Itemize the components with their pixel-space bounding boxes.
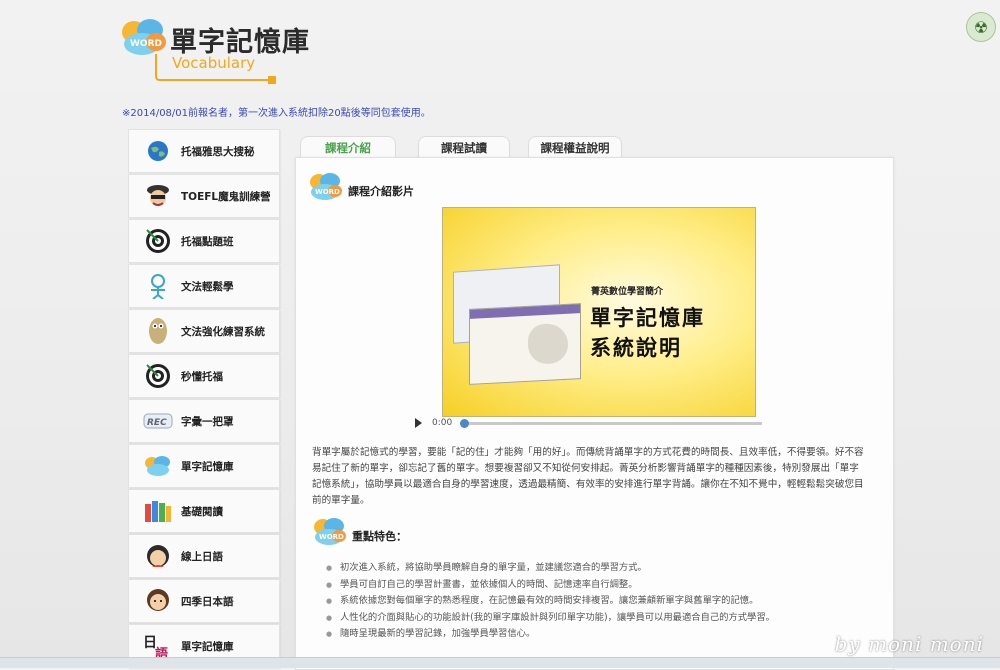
sidebar-item-label: TOEFL魔鬼訓練營 <box>181 190 271 203</box>
sidebar-item-label: 基礎閱讀 <box>181 505 223 518</box>
intro-video[interactable]: 菁英數位學習簡介 單字記憶庫 系統說明 <box>442 207 756 417</box>
svg-text:WORD: WORD <box>130 39 162 49</box>
sidebar-item-toefl-ielts[interactable]: 托福雅思大搜秘 <box>128 129 280 173</box>
character-icon <box>143 316 173 346</box>
taskbar-strip <box>0 657 1000 668</box>
tab-rights[interactable]: 課程權益說明 <box>528 136 622 159</box>
sidebar-item-label: 字彙一把罩 <box>181 415 234 428</box>
person-icon <box>143 541 173 571</box>
sidebar-item-label: 文法輕鬆學 <box>181 280 234 293</box>
sidebar-item-online-japanese[interactable]: 線上日語 <box>128 534 280 578</box>
sidebar-item-label: 線上日語 <box>181 550 223 563</box>
brain-icon: WORD <box>314 518 346 545</box>
video-section-title: 課程介紹影片 <box>348 185 414 198</box>
video-kicker: 菁英數位學習簡介 <box>591 287 664 297</box>
sidebar-item-toefl-camp[interactable]: TOEFL魔鬼訓練營 <box>128 174 280 218</box>
list-item: 初次進入系統，將協助學員瞭解自身的單字量，並建議您適合的學習方式。 <box>326 560 871 577</box>
svg-text:WORD: WORD <box>319 533 344 541</box>
play-icon[interactable] <box>415 418 422 428</box>
sidebar-item-grammar-easy[interactable]: 文法輕鬆學 <box>128 264 280 308</box>
sidebar-item-toefl-topics[interactable]: 托福點題班 <box>128 219 280 263</box>
features-list: 初次進入系統，將協助學員瞭解自身的單字量，並建議您適合的學習方式。 學員可自訂自… <box>326 560 871 643</box>
video-player-controls: 0:00 <box>415 414 775 432</box>
target-icon <box>143 226 173 256</box>
globe-icon <box>143 136 173 166</box>
books-icon <box>143 496 173 526</box>
sidebar-item-grammar-practice[interactable]: 文法強化練習系統 <box>128 309 280 353</box>
video-progress-knob[interactable] <box>460 418 470 428</box>
features-title: 重點特色： <box>352 530 407 543</box>
sidebar-item-label: 單字記憶庫 <box>181 460 234 473</box>
rec-icon: REC <box>143 406 173 436</box>
list-item: 系統依據您對每個單字的熟悉程度，在記憶最有效的時間安排複習。讓您兼顧新單字與舊單… <box>326 593 871 610</box>
sidebar-item-label: 文法強化練習系統 <box>181 325 265 338</box>
brain-logo-icon: WORD <box>122 19 166 55</box>
radiation-icon[interactable]: ☢ <box>966 12 996 42</box>
sidebar-item-basic-reading[interactable]: 基礎閱讀 <box>128 489 280 533</box>
content-panel: WORD 課程介紹影片 菁英數位學習簡介 單字記憶庫 系統說明 0:00 背單字… <box>295 157 894 670</box>
logo-subtitle: Vocabulary <box>172 54 256 72</box>
sidebar-item-label: 單字記憶庫 <box>181 640 234 653</box>
svg-text:REC: REC <box>147 418 167 428</box>
video-screenshot-window <box>469 303 581 385</box>
video-time: 0:00 <box>432 418 453 428</box>
video-title-line2: 系統說明 <box>590 336 682 360</box>
sidebar-item-label: 四季日本語 <box>181 595 234 608</box>
sidebar-item-label: 秒懂托福 <box>181 370 223 383</box>
sidebar-item-label: 托福雅思大搜秘 <box>181 145 255 158</box>
sidebar-item-four-seasons-japanese[interactable]: 四季日本語 <box>128 579 280 623</box>
list-item: 學員可自訂自己的學習計畫書，並依據個人的時間、記憶速率自行調整。 <box>326 577 871 594</box>
sidebar-item-vocab-master[interactable]: REC 字彙一把罩 <box>128 399 280 443</box>
figure-icon <box>143 271 173 301</box>
intro-paragraph: 背單字屬於記憶式的學習，要能「記的住」才能夠「用的好」。而傳統背誦單字的方式花費… <box>312 447 864 506</box>
watermark-signature: by moni moni <box>834 632 984 656</box>
list-item: 人性化的介面與貼心的功能設計(我的單字庫設計與列印單字功能)，讓學員可以用最適合… <box>326 610 871 627</box>
sidebar-item-label: 托福點題班 <box>181 235 234 248</box>
mascot-icon <box>143 181 173 211</box>
video-title-line1: 單字記憶庫 <box>590 306 705 330</box>
site-logo[interactable]: WORD 單字記憶庫 Vocabulary <box>120 18 320 88</box>
person-icon <box>143 586 173 616</box>
sidebar-item-quick-toefl[interactable]: 秒懂托福 <box>128 354 280 398</box>
svg-text:WORD: WORD <box>315 188 340 196</box>
list-item: 隨時呈現最新的學習記錄，加強學員學習信心。 <box>326 626 871 643</box>
sidebar-item-word-memory[interactable]: 單字記憶庫 <box>128 444 280 488</box>
video-progress-track[interactable] <box>460 418 763 428</box>
notice-text: ※2014/08/01前報名者，第一次進入系統扣除20點後等同包套使用。 <box>122 108 431 119</box>
tab-trial-reading[interactable]: 課程試讀 <box>418 136 510 159</box>
target-icon <box>143 361 173 391</box>
brain-icon: WORD <box>310 173 342 200</box>
brain-icon <box>143 451 173 481</box>
sidebar-menu: 托福雅思大搜秘 TOEFL魔鬼訓練營 托福點題班 文法輕鬆學 文法強化練習系統 … <box>128 129 280 669</box>
